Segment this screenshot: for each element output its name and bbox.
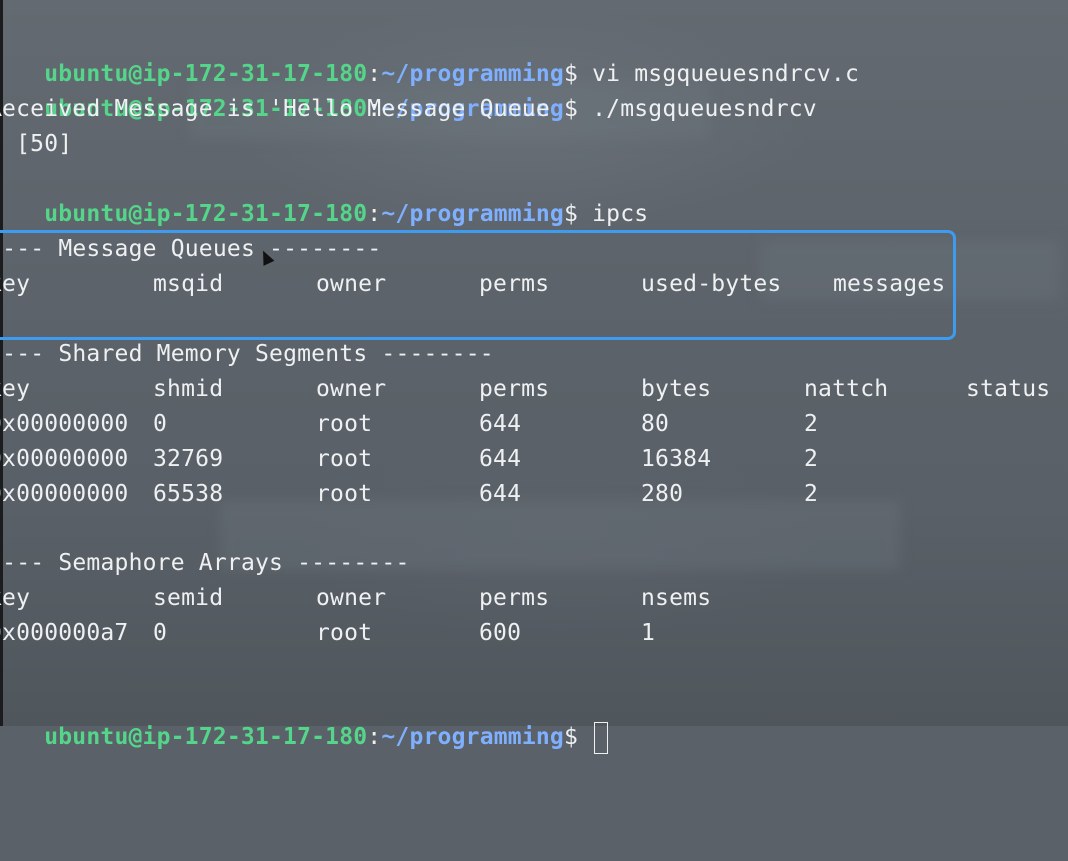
column-header: semid: [153, 585, 224, 611]
table-cell: root: [316, 411, 373, 437]
table-cell: 644: [479, 411, 522, 437]
table-row: 0x00000000 65538 root 644 280 2: [0, 477, 1068, 512]
semaphore-arrays-header: ------ Semaphore Arrays --------: [0, 550, 410, 576]
table-cell: root: [316, 481, 373, 507]
shared-memory-columns: key shmid owner perms bytes nattch statu…: [0, 372, 1068, 407]
table-cell: 80: [641, 411, 670, 437]
terminal-line: ubuntu@ip-172-31-17-180:~/programming$ v…: [0, 22, 859, 87]
table-cell: 2: [804, 411, 819, 437]
column-header: nsems: [641, 585, 712, 611]
output-line: Received Message is 'Hello Message Queue: [0, 96, 550, 122]
prompt-separator: :: [367, 201, 382, 227]
table-cell: 600: [479, 620, 522, 646]
column-header: key: [0, 376, 31, 402]
column-header: owner: [316, 376, 387, 402]
table-cell: root: [316, 620, 373, 646]
table-cell: 2: [804, 446, 819, 472]
terminal-line[interactable]: ubuntu@ip-172-31-17-180:~/programming$: [0, 685, 609, 754]
prompt-user: ubuntu@ip-172-31-17-180: [44, 724, 368, 750]
table-cell: 65538: [153, 481, 224, 507]
table-cell: 0x00000000: [0, 411, 129, 437]
table-cell: 644: [479, 481, 522, 507]
table-row: 0x00000000 32769 root 644 16384 2: [0, 442, 1068, 477]
semaphore-columns: key semid owner perms nsems: [0, 581, 1068, 616]
prompt-user: ubuntu@ip-172-31-17-180: [44, 201, 368, 227]
column-header: nattch: [804, 376, 889, 402]
table-cell: 32769: [153, 446, 224, 472]
table-cell: 16384: [641, 446, 712, 472]
table-row: 0x000000a7 0 root 600 1: [0, 616, 1068, 651]
table-cell: 644: [479, 446, 522, 472]
table-cell: 0: [153, 620, 168, 646]
table-cell: 0x00000000: [0, 446, 129, 472]
table-cell: 0x00000000: [0, 481, 129, 507]
table-cell: 0: [153, 411, 168, 437]
output-line: [50]: [16, 131, 73, 157]
shared-memory-header: ------ Shared Memory Segments --------: [0, 341, 494, 367]
column-header: perms: [479, 585, 550, 611]
column-header: shmid: [153, 376, 224, 402]
prompt-symbol: $: [563, 201, 579, 227]
column-header: status: [966, 376, 1051, 402]
column-header: bytes: [641, 376, 712, 402]
column-header: owner: [316, 585, 387, 611]
prompt-separator: :: [367, 724, 382, 750]
column-header: key: [0, 585, 31, 611]
terminal-line: ubuntu@ip-172-31-17-180:~/programming$ i…: [0, 162, 648, 227]
table-cell: 0x000000a7: [0, 620, 129, 646]
command-text: ipcs: [578, 201, 649, 227]
prompt-path: ~/programming: [381, 724, 564, 750]
prompt-path: ~/programming: [381, 201, 564, 227]
table-cell: root: [316, 446, 373, 472]
prompt-symbol: $: [563, 724, 579, 750]
text-cursor[interactable]: [594, 721, 609, 754]
terminal-output[interactable]: ubuntu@ip-172-31-17-180:~/programming$ v…: [0, 0, 1068, 754]
table-cell: 2: [804, 481, 819, 507]
prompt-symbol: $: [563, 96, 579, 122]
command-text: ./msgqueuesndrcv: [578, 96, 817, 122]
terminal-line: ubuntu@ip-172-31-17-180:~/programming$ .…: [0, 57, 817, 122]
column-header: perms: [479, 376, 550, 402]
table-row: 0x00000000 0 root 644 80 2: [0, 407, 1068, 442]
message-queues-highlight-box: [0, 230, 956, 340]
table-cell: 1: [641, 620, 656, 646]
table-cell: 280: [641, 481, 684, 507]
